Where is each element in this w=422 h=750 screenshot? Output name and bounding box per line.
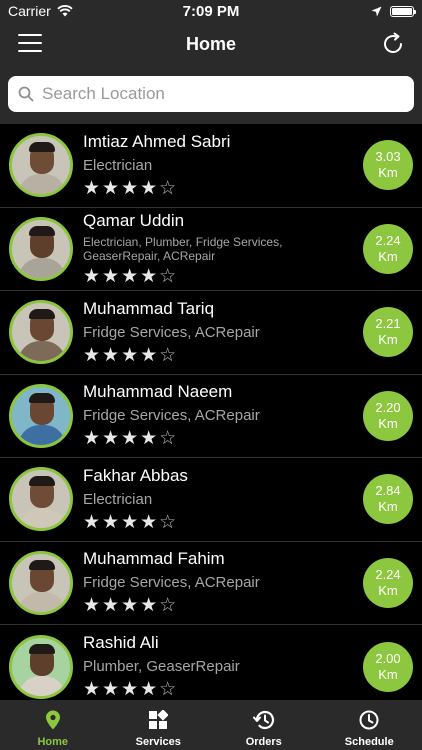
menu-icon-line bbox=[18, 42, 42, 44]
wifi-icon bbox=[57, 5, 73, 17]
distance-value: 2.24 bbox=[375, 232, 401, 248]
location-pin-icon bbox=[45, 710, 60, 730]
menu-button[interactable] bbox=[18, 34, 42, 52]
page-title: Home bbox=[185, 33, 236, 54]
tab-schedule[interactable]: Schedule bbox=[317, 700, 422, 750]
avatar bbox=[9, 133, 73, 198]
worker-row[interactable]: Muhammad Naeem Fridge Services, ACRepair… bbox=[0, 375, 422, 458]
rating-stars: ★★★★☆ bbox=[83, 428, 179, 450]
distance-unit: Km bbox=[378, 332, 398, 348]
worker-info: Imtiaz Ahmed Sabri Electrician ★★★★☆ bbox=[83, 132, 363, 199]
avatar bbox=[9, 216, 73, 281]
history-icon bbox=[252, 710, 274, 730]
rating-stars: ★★★★☆ bbox=[83, 265, 179, 287]
distance-value: 2.21 bbox=[375, 316, 401, 332]
worker-row[interactable]: Imtiaz Ahmed Sabri Electrician ★★★★☆ 3.0… bbox=[0, 124, 422, 208]
nav-bar: Home bbox=[0, 22, 422, 66]
status-left: Carrier bbox=[8, 3, 148, 19]
worker-list: Imtiaz Ahmed Sabri Electrician ★★★★☆ 3.0… bbox=[0, 124, 422, 700]
search-icon bbox=[18, 86, 34, 102]
avatar bbox=[9, 467, 73, 532]
distance-value: 2.00 bbox=[375, 650, 401, 666]
search-input[interactable] bbox=[42, 84, 404, 104]
tab-home[interactable]: Home bbox=[0, 700, 106, 750]
distance-unit: Km bbox=[378, 582, 398, 598]
worker-services: Plumber, GeaserRepair bbox=[83, 658, 240, 676]
worker-services: Electrician, Plumber, Fridge Services, G… bbox=[83, 234, 283, 263]
status-right bbox=[274, 5, 416, 17]
worker-row[interactable]: Muhammad Fahim Fridge Services, ACRepair… bbox=[0, 542, 422, 625]
distance-badge: 2.84 Km bbox=[363, 474, 413, 525]
rating-stars: ★★★★☆ bbox=[83, 595, 179, 617]
status-bar: Carrier 7:09 PM bbox=[0, 0, 422, 22]
worker-name: Muhammad Naeem bbox=[83, 382, 233, 402]
status-time: 7:09 PM bbox=[182, 2, 240, 20]
distance-unit: Km bbox=[378, 666, 398, 682]
rating-stars: ★★★★☆ bbox=[83, 511, 179, 533]
distance-badge: 2.24 Km bbox=[363, 557, 413, 608]
distance-unit: Km bbox=[378, 415, 398, 431]
distance-value: 2.24 bbox=[375, 566, 401, 582]
menu-icon-line bbox=[18, 50, 42, 52]
avatar bbox=[9, 383, 73, 448]
worker-info: Muhammad Naeem Fridge Services, ACRepair… bbox=[83, 382, 363, 449]
search-box[interactable] bbox=[8, 76, 414, 112]
worker-info: Rashid Ali Plumber, GeaserRepair ★★★★☆ bbox=[83, 633, 363, 700]
distance-value: 2.84 bbox=[375, 483, 401, 499]
worker-services: Fridge Services, ACRepair bbox=[83, 407, 260, 425]
avatar bbox=[9, 300, 73, 365]
worker-name: Rashid Ali bbox=[83, 633, 159, 653]
distance-value: 3.03 bbox=[375, 149, 401, 165]
distance-badge: 2.20 Km bbox=[363, 390, 413, 441]
worker-name: Qamar Uddin bbox=[83, 210, 185, 230]
distance-badge: 2.24 Km bbox=[363, 223, 413, 274]
worker-info: Fakhar Abbas Electrician ★★★★☆ bbox=[83, 466, 363, 533]
worker-row[interactable]: Muhammad Tariq Fridge Services, ACRepair… bbox=[0, 291, 422, 375]
distance-badge: 3.03 Km bbox=[363, 140, 413, 191]
worker-name: Imtiaz Ahmed Sabri bbox=[83, 131, 231, 151]
worker-name: Fakhar Abbas bbox=[83, 465, 188, 485]
tab-bar: Home Services Orders Schedule bbox=[0, 700, 422, 750]
carrier-label: Carrier bbox=[8, 3, 51, 19]
worker-services: Fridge Services, ACRepair bbox=[83, 323, 260, 341]
clock-icon bbox=[359, 710, 379, 730]
worker-services: Electrician bbox=[83, 156, 153, 174]
worker-row[interactable]: Qamar Uddin Electrician, Plumber, Fridge… bbox=[0, 208, 422, 291]
worker-row[interactable]: Rashid Ali Plumber, GeaserRepair ★★★★☆ 2… bbox=[0, 625, 422, 700]
tab-label: Home bbox=[37, 736, 69, 748]
worker-info: Qamar Uddin Electrician, Plumber, Fridge… bbox=[83, 211, 363, 287]
tab-label: Schedule bbox=[344, 736, 394, 748]
refresh-icon[interactable] bbox=[380, 31, 406, 57]
tab-label: Orders bbox=[245, 736, 282, 748]
distance-badge: 2.00 Km bbox=[363, 641, 413, 692]
worker-services: Electrician bbox=[83, 490, 153, 508]
worker-row[interactable]: Fakhar Abbas Electrician ★★★★☆ 2.84 Km bbox=[0, 458, 422, 542]
rating-stars: ★★★★☆ bbox=[83, 679, 179, 700]
worker-services: Fridge Services, ACRepair bbox=[83, 574, 260, 592]
worker-info: Muhammad Fahim Fridge Services, ACRepair… bbox=[83, 549, 363, 616]
location-arrow-icon bbox=[371, 6, 382, 16]
worker-info: Muhammad Tariq Fridge Services, ACRepair… bbox=[83, 299, 363, 366]
tab-label: Services bbox=[135, 736, 181, 748]
distance-unit: Km bbox=[378, 248, 398, 264]
distance-value: 2.20 bbox=[375, 399, 401, 415]
tab-orders[interactable]: Orders bbox=[211, 700, 317, 750]
tab-services[interactable]: Services bbox=[106, 700, 212, 750]
worker-name: Muhammad Fahim bbox=[83, 549, 225, 569]
worker-name: Muhammad Tariq bbox=[83, 298, 215, 318]
distance-unit: Km bbox=[378, 165, 398, 181]
search-bar bbox=[0, 66, 422, 124]
rating-stars: ★★★★☆ bbox=[83, 177, 179, 199]
rating-stars: ★★★★☆ bbox=[83, 344, 179, 366]
distance-unit: Km bbox=[378, 499, 398, 515]
grid-icon bbox=[149, 710, 169, 729]
menu-icon-line bbox=[18, 34, 42, 36]
distance-badge: 2.21 Km bbox=[363, 307, 413, 358]
battery-icon bbox=[390, 5, 416, 17]
avatar bbox=[9, 550, 73, 615]
avatar bbox=[9, 634, 73, 699]
